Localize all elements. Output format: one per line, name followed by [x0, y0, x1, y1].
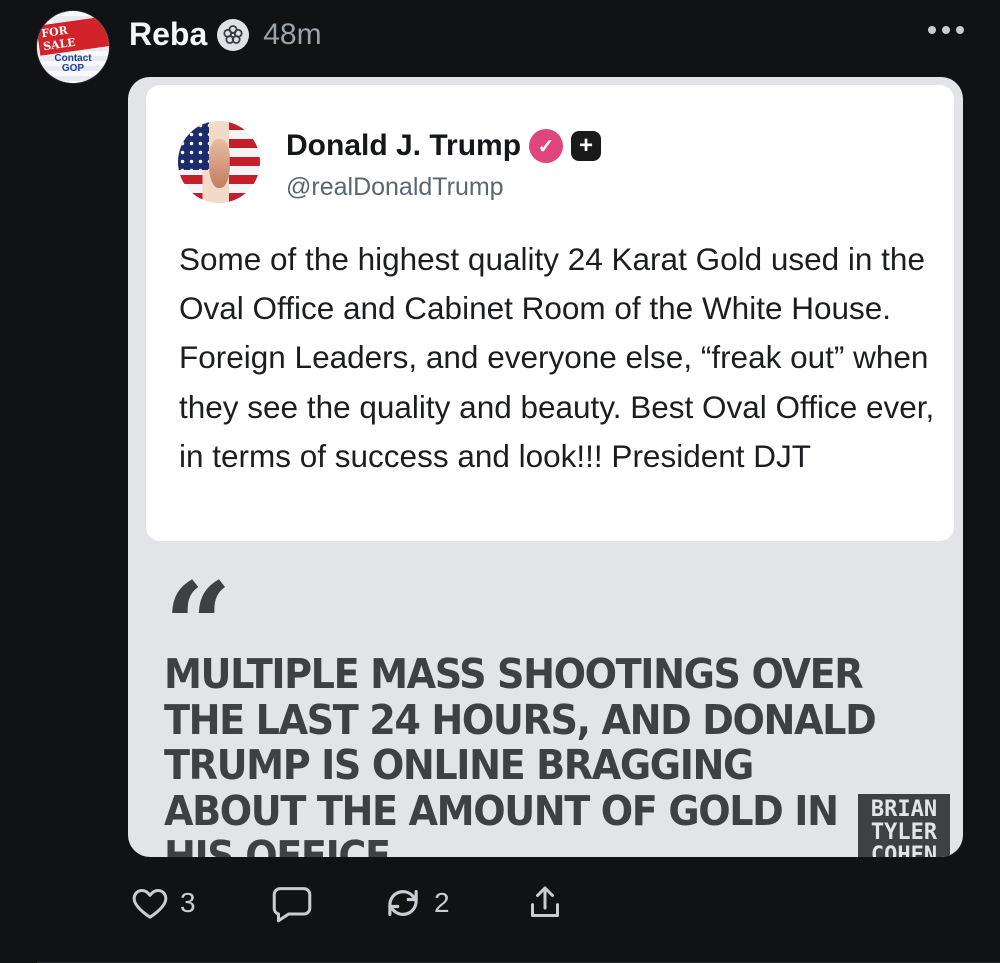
avatar[interactable]: FOR SALE Contact GOP	[37, 11, 109, 83]
post-actions: 3 2	[130, 882, 565, 924]
reply-button[interactable]	[270, 882, 382, 924]
quote-headline: MULTIPLE MASS SHOOTINGS OVER THE LAST 24…	[164, 650, 877, 857]
plus-icon: +	[571, 131, 602, 161]
flower-badge-icon[interactable]	[217, 18, 250, 51]
repost-count: 2	[434, 887, 450, 918]
brand-line: BRIAN	[870, 797, 938, 822]
more-icon[interactable]	[928, 26, 964, 34]
verified-icon: ✓	[529, 129, 564, 163]
like-button[interactable]: 3	[130, 883, 270, 923]
brand-logo: BRIAN TYLER COHEN	[858, 794, 950, 857]
share-button[interactable]	[525, 882, 565, 924]
heart-icon	[132, 889, 168, 919]
repost-button[interactable]: 2	[382, 882, 525, 924]
tweet-display-name: Donald J. Trump	[286, 129, 522, 162]
brand-line: TYLER	[870, 820, 938, 845]
more-dot	[928, 26, 936, 34]
brand-line: COHEN	[870, 843, 938, 857]
post-header: Reba 48m	[129, 16, 322, 53]
reply-icon	[272, 887, 312, 923]
tweet-handle: @realDonaldTrump	[286, 173, 504, 201]
avatar-contact-line2: GOP	[61, 63, 85, 74]
share-icon	[531, 886, 559, 917]
more-dot	[956, 26, 964, 34]
tweet-body: Some of the highest quality 24 Karat Gol…	[179, 241, 935, 474]
avatar-contact-text: Contact GOP	[54, 54, 91, 74]
post-timestamp: 48m	[263, 17, 322, 51]
repost-icon	[388, 890, 418, 916]
more-dot	[942, 26, 950, 34]
embedded-tweet-card: Donald J. Trump ✓ + @realDonaldTrump Som…	[146, 85, 954, 541]
like-count: 3	[180, 887, 196, 918]
tweet-profile-picture	[178, 121, 260, 203]
author-name[interactable]: Reba	[129, 16, 207, 53]
tweet-author-row: Donald J. Trump ✓ +	[286, 129, 602, 163]
post-image[interactable]: Donald J. Trump ✓ + @realDonaldTrump Som…	[128, 77, 963, 857]
